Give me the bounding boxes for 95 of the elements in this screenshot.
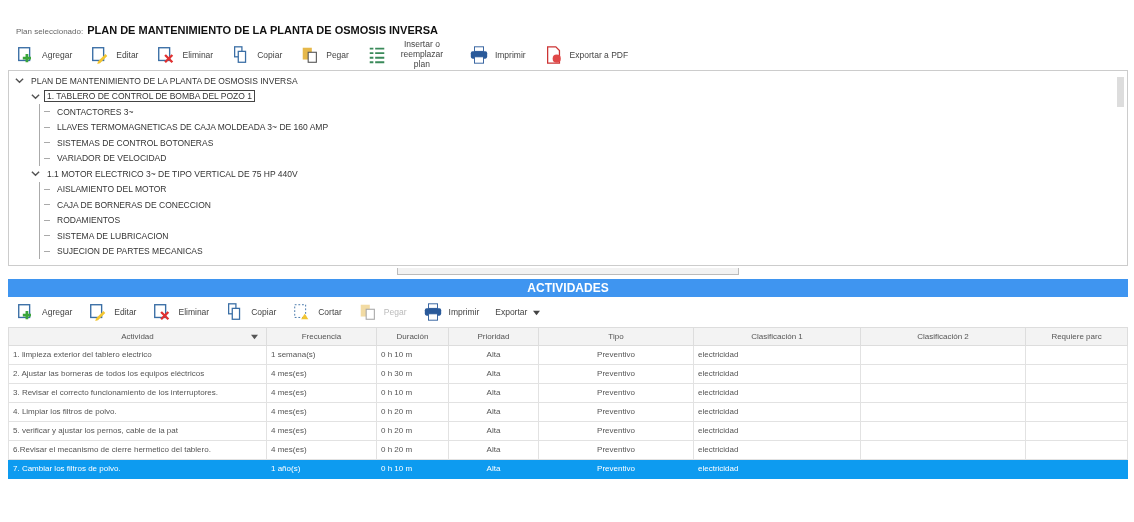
table-cell: Alta	[486, 388, 501, 398]
tree-item[interactable]: RODAMIENTOS	[54, 214, 124, 227]
collapse-icon[interactable]	[31, 91, 40, 101]
toolbar-button[interactable]: Pegar	[296, 45, 353, 65]
table-cell: Preventivo	[597, 350, 635, 360]
tree-item[interactable]: LLAVES TERMOMAGNETICAS DE CAJA MOLDEADA 3~ DE 160 AMP	[54, 121, 332, 134]
table-cell: 6.Revisar el mecanismo de cierre hermetico del tablero.	[13, 445, 211, 455]
column-header[interactable]: Frecuencia	[266, 327, 377, 346]
table-cell: 7. Cambiar los filtros de polvo.	[13, 464, 121, 474]
tree-item[interactable]: CAJA DE BORNERAS DE CONECCION	[54, 198, 214, 211]
table-cell: 1 año(s)	[271, 464, 301, 474]
tree-item[interactable]: 1. TABLERO DE CONTROL DE BOMBA DEL POZO 1	[44, 90, 255, 103]
toolbar-button[interactable]: Copiar	[221, 302, 281, 322]
table-cell: Preventivo	[597, 464, 635, 474]
table-cell: Alta	[486, 407, 501, 417]
column-header[interactable]: Prioridad	[448, 327, 539, 346]
table-row[interactable]: 2. Ajustar las borneras de todos los equipos eléctricos 4 mes(es) 0 h 30 m Alta Preventivo electricidad	[8, 364, 1128, 384]
toolbar-button[interactable]: Cortar	[288, 302, 346, 322]
table-cell: Preventivo	[597, 426, 635, 436]
toolbar-button[interactable]: Exportar a PDF	[539, 45, 633, 65]
table-cell: electricidad	[698, 445, 739, 455]
tree-item[interactable]: AISLAMIENTO DEL MOTOR	[54, 183, 170, 196]
table-cell: 0 h 10 m	[381, 388, 413, 398]
printer-icon	[422, 302, 443, 322]
table-cell: electricidad	[698, 350, 739, 360]
table-cell: 1 semana(s)	[271, 350, 316, 360]
table-cell: 0 h 20 m	[381, 407, 413, 417]
plan-label: Plan seleccionado:	[16, 27, 84, 36]
tree-item[interactable]: VARIADOR DE VELOCIDAD	[54, 152, 170, 165]
table-cell: 0 h 20 m	[381, 445, 413, 455]
table-cell: Alta	[486, 464, 501, 474]
tree-item[interactable]: PLAN DE MANTENIMIENTO DE LA PLANTA DE OSMOSIS INVERSA	[28, 74, 301, 87]
sort-arrow-icon	[251, 333, 258, 340]
toolbar-button[interactable]: Imprimir	[418, 302, 484, 322]
table-cell: 3. Revisar el correcto funcionamiento de los interruptores.	[13, 388, 218, 398]
tree-item[interactable]: CONTACTORES 3~	[54, 105, 137, 118]
table-cell: 0 h 30 m	[381, 369, 413, 379]
table-cell: electricidad	[698, 369, 739, 379]
table-cell: Alta	[486, 350, 501, 360]
table-cell: 4 mes(es)	[271, 369, 307, 379]
tree-item[interactable]: 1.1 MOTOR ELECTRICO 3~ DE TIPO VERTICAL DE 75 HP 440V	[44, 167, 301, 180]
table-cell: 4 mes(es)	[271, 445, 307, 455]
printer-icon	[468, 45, 489, 65]
table-cell: 0 h 10 m	[381, 464, 413, 474]
caret-icon	[533, 308, 541, 316]
table-cell: electricidad	[698, 426, 739, 436]
table-cell: 2. Ajustar las borneras de todos los equipos eléctricos	[13, 369, 205, 379]
tree-item[interactable]: SISTEMAS DE CONTROL BOTONERAS	[54, 136, 217, 149]
column-header[interactable]: Clasificación 1	[693, 327, 861, 346]
splitter-handle[interactable]	[397, 268, 739, 275]
table-cell: Alta	[486, 445, 501, 455]
toolbar-button[interactable]: Exportar	[491, 307, 545, 317]
table-row[interactable]: 5. verificar y ajustar los pernos, cable de la pat 4 mes(es) 0 h 20 m Alta Preventivo electricidad	[8, 421, 1128, 441]
column-header[interactable]: Duración	[376, 327, 449, 346]
section-header: ACTIVIDADES	[8, 279, 1128, 297]
column-header[interactable]: Requiere parc	[1025, 327, 1128, 346]
scrollbar[interactable]	[1117, 77, 1124, 107]
table-cell: electricidad	[698, 388, 739, 398]
toolbar-button[interactable]: Eliminar	[152, 45, 218, 65]
column-header[interactable]: Tipo	[538, 327, 694, 346]
toolbar-button[interactable]: Imprimir	[464, 45, 530, 65]
column-header[interactable]: Clasificación 2	[860, 327, 1026, 346]
toolbar-button[interactable]: Agregar	[12, 45, 77, 65]
table-row[interactable]: 1. limpieza exterior del tablero electrico 1 semana(s) 0 h 10 m Alta Preventivo electricidad	[8, 345, 1128, 365]
table-cell: Preventivo	[597, 445, 635, 455]
collapse-icon[interactable]	[15, 76, 24, 86]
table-row[interactable]: 3. Revisar el correcto funcionamiento de los interruptores. 4 mes(es) 0 h 10 m Alta Preventivo electricidad	[8, 383, 1128, 403]
toolbar-button[interactable]: Editar	[86, 45, 143, 65]
table-row[interactable]: 4. Limpiar los filtros de polvo. 4 mes(es) 0 h 20 m Alta Preventivo electricidad	[8, 402, 1128, 422]
table-cell: Alta	[486, 426, 501, 436]
toolbar-button[interactable]: Eliminar	[148, 302, 214, 322]
tree-item[interactable]: SISTEMA DE LUBRICACION	[54, 229, 172, 242]
table-cell: electricidad	[698, 464, 739, 474]
table-cell: electricidad	[698, 407, 739, 417]
table-cell: Preventivo	[597, 407, 635, 417]
table-cell: Alta	[486, 369, 501, 379]
collapse-icon[interactable]	[31, 169, 40, 179]
table-cell: 0 h 10 m	[381, 350, 413, 360]
table-cell: 4 mes(es)	[271, 388, 307, 398]
table-cell: Preventivo	[597, 388, 635, 398]
toolbar-button[interactable]: Copiar	[227, 45, 287, 65]
table-cell: 0 h 20 m	[381, 426, 413, 436]
table-cell: 4. Limpiar los filtros de polvo.	[13, 407, 117, 417]
table-cell: 4 mes(es)	[271, 426, 307, 436]
toolbar-button[interactable]: Agregar	[12, 302, 77, 322]
tree-item[interactable]: SUJECION DE PARTES MECANICAS	[54, 245, 206, 258]
column-header[interactable]: Actividad	[8, 327, 267, 346]
toolbar-button[interactable]: Insertar o reemplazar plan	[362, 40, 455, 70]
table-row[interactable]: 6.Revisar el mecanismo de cierre hermetico del tablero. 4 mes(es) 0 h 20 m Alta Preventivo electricidad	[8, 440, 1128, 460]
table-cell: Preventivo	[597, 369, 635, 379]
table-cell: 5. verificar y ajustar los pernos, cable de la pat	[13, 426, 178, 436]
toolbar-button[interactable]: Editar	[84, 302, 141, 322]
table-cell: 4 mes(es)	[271, 407, 307, 417]
table-cell: 1. limpieza exterior del tablero electrico	[13, 350, 152, 360]
plan-name: PLAN DE MANTENIMIENTO DE LA PLANTA DE OSMOSIS INVERSA	[87, 24, 438, 36]
